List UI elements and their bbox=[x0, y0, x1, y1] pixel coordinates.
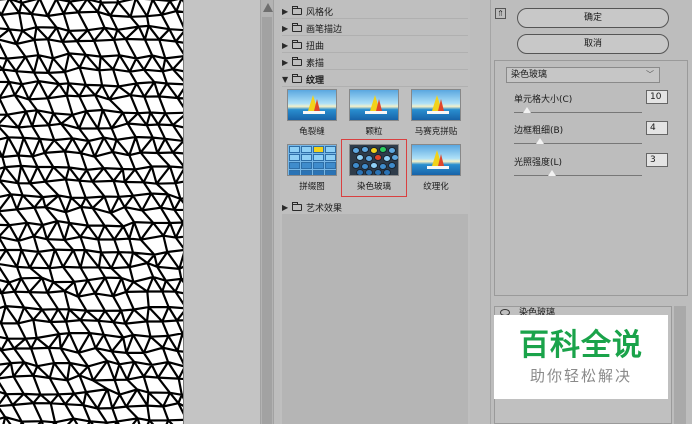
collapse-gallery-icon[interactable]: ⇑ bbox=[495, 8, 506, 19]
watermark-title: 百科全说 bbox=[519, 328, 643, 363]
category-brush-strokes[interactable]: ▶ 画笔描边 bbox=[282, 21, 468, 36]
chevron-down-icon: ﹀ bbox=[646, 70, 654, 79]
slider-track[interactable] bbox=[514, 112, 642, 113]
category-label: 风格化 bbox=[306, 7, 334, 18]
filter-thumb-craquelure[interactable]: 龟裂缝 bbox=[286, 89, 338, 137]
category-label: 纹理 bbox=[306, 75, 325, 86]
expand-arrow-icon[interactable]: ▶ bbox=[282, 58, 292, 67]
preview-scrollbar[interactable] bbox=[260, 0, 274, 424]
param-label: 单元格大小(C) bbox=[514, 95, 573, 105]
category-distort[interactable]: ▶ 扭曲 bbox=[282, 38, 468, 53]
watermark-subtitle: 助你轻松解决 bbox=[529, 367, 632, 385]
filter-preview-image bbox=[411, 144, 461, 176]
folder-icon bbox=[292, 22, 302, 32]
cancel-button[interactable]: 取消 bbox=[517, 34, 669, 54]
filter-select[interactable]: 染色玻璃 ﹀ bbox=[506, 67, 660, 83]
category-texture[interactable]: ▼ 纹理 bbox=[282, 72, 468, 87]
filter-thumb-label: 颗粒 bbox=[365, 127, 383, 137]
preview-background bbox=[184, 0, 260, 424]
expand-arrow-icon[interactable]: ▶ bbox=[282, 7, 292, 16]
filter-preview-image bbox=[287, 144, 337, 176]
category-label: 画笔描边 bbox=[306, 24, 343, 35]
filter-preview-image bbox=[349, 89, 399, 121]
filter-thumb-grain[interactable]: 颗粒 bbox=[348, 89, 400, 137]
scroll-up-arrow-icon[interactable] bbox=[263, 3, 273, 12]
filter-thumb-label: 染色玻璃 bbox=[356, 182, 391, 192]
folder-icon bbox=[292, 39, 302, 49]
filter-preview-canvas[interactable] bbox=[0, 0, 184, 424]
param-cell-size: 单元格大小(C) 10 bbox=[514, 90, 674, 122]
layers-scrollbar[interactable] bbox=[674, 306, 686, 424]
filter-thumb-label: 拼缀图 bbox=[299, 182, 325, 192]
filter-thumb-label: 纹理化 bbox=[423, 182, 449, 192]
filter-thumb-label: 马赛克拼贴 bbox=[414, 127, 458, 137]
category-label: 素描 bbox=[306, 58, 325, 69]
stained-glass-preview bbox=[0, 0, 183, 424]
category-artistic[interactable]: ▶ 艺术效果 bbox=[282, 200, 468, 215]
slider-knob[interactable] bbox=[522, 107, 531, 113]
watermark-logo: 百科全说 助你轻松解决 bbox=[494, 315, 668, 399]
slider-knob[interactable] bbox=[548, 170, 557, 176]
folder-icon bbox=[292, 56, 302, 66]
filter-thumb-patchwork[interactable]: 拼缀图 bbox=[286, 144, 338, 192]
filter-select-value: 染色玻璃 bbox=[511, 70, 548, 80]
filter-thumb-stained-glass[interactable]: 染色玻璃 bbox=[341, 139, 407, 197]
filter-thumb-label: 龟裂缝 bbox=[299, 127, 325, 137]
expand-arrow-icon[interactable]: ▶ bbox=[282, 203, 292, 212]
open-folder-icon bbox=[292, 73, 302, 83]
cell-size-input[interactable]: 10 bbox=[646, 90, 668, 104]
filter-preview-image bbox=[411, 89, 461, 121]
category-label: 艺术效果 bbox=[306, 203, 343, 214]
border-thickness-input[interactable]: 4 bbox=[646, 121, 668, 135]
scroll-thumb[interactable] bbox=[262, 17, 272, 424]
param-label: 光照强度(L) bbox=[514, 158, 563, 168]
filter-preview-image bbox=[349, 144, 399, 176]
slider-knob[interactable] bbox=[535, 138, 544, 144]
folder-icon bbox=[292, 201, 302, 211]
collapse-arrow-icon[interactable]: ▼ bbox=[282, 75, 292, 84]
gallery-empty-area bbox=[282, 214, 468, 424]
param-label: 边框粗细(B) bbox=[514, 126, 564, 136]
filter-settings: 染色玻璃 ﹀ 单元格大小(C) 10 边框粗细(B) 4 光照强度(L) 3 bbox=[494, 60, 688, 296]
slider-track[interactable] bbox=[514, 143, 642, 144]
param-light-intensity: 光照强度(L) 3 bbox=[514, 153, 674, 185]
filter-preview-image bbox=[287, 89, 337, 121]
filter-thumb-mosaic-tiles[interactable]: 马赛克拼贴 bbox=[410, 89, 462, 137]
expand-arrow-icon[interactable]: ▶ bbox=[282, 24, 292, 33]
expand-arrow-icon[interactable]: ▶ bbox=[282, 41, 292, 50]
stained-glass-lines bbox=[0, 0, 183, 424]
param-border-thickness: 边框粗细(B) 4 bbox=[514, 121, 674, 153]
category-label: 扭曲 bbox=[306, 41, 325, 52]
light-intensity-input[interactable]: 3 bbox=[646, 153, 668, 167]
filter-gallery: ▶ 风格化 ▶ 画笔描边 ▶ 扭曲 ▶ 素描 ▼ 纹理 龟裂缝 颗粒 马赛克拼贴 bbox=[280, 0, 470, 424]
folder-icon bbox=[292, 5, 302, 15]
category-stylize[interactable]: ▶ 风格化 bbox=[282, 4, 468, 19]
slider-track[interactable] bbox=[514, 175, 642, 176]
ok-button[interactable]: 确定 bbox=[517, 8, 669, 28]
category-sketch[interactable]: ▶ 素描 bbox=[282, 55, 468, 70]
filter-thumb-texturizer[interactable]: 纹理化 bbox=[410, 144, 462, 192]
